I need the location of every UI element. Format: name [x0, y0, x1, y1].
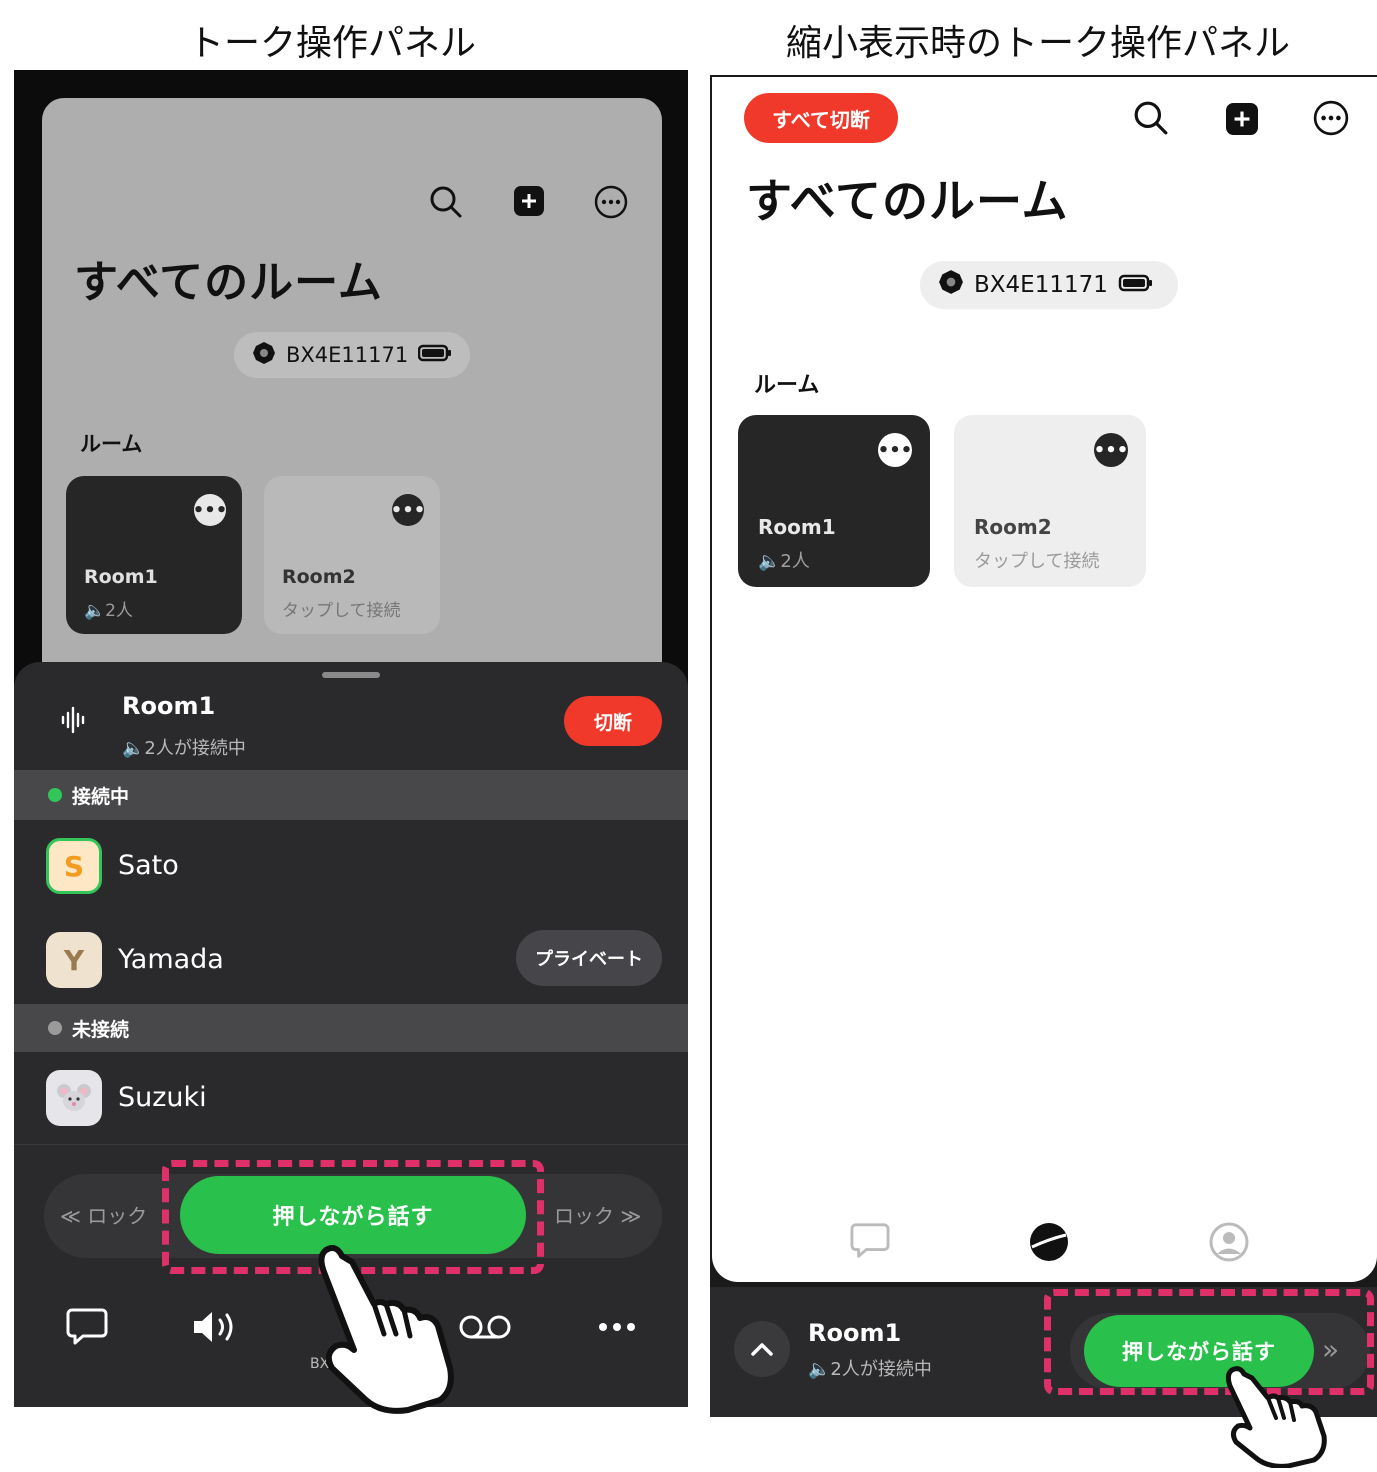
room-card-room1[interactable]: ••• Room1 🔈2人 [66, 476, 242, 634]
page-title: すべてのルーム [74, 257, 383, 308]
speaker-icon: 🔈 [122, 738, 145, 759]
pointing-hand-icon [1222, 1366, 1334, 1469]
room-card-room2[interactable]: ••• Room2 タップして接続 [264, 476, 440, 634]
room-card-room2[interactable]: ••• Room2 タップして接続 [954, 415, 1146, 587]
device-pill[interactable]: BX4E11171 [920, 261, 1178, 309]
mini-status: 🔈2人が接続中 [808, 1355, 932, 1381]
connected-label: 接続中 [72, 785, 130, 808]
member-name: Yamada [118, 944, 224, 975]
add-room-icon[interactable] [512, 184, 546, 218]
speaker-icon: 🔈 [808, 1359, 831, 1380]
panel-status: 🔈2人が接続中 [122, 734, 246, 760]
panel-room-name: Room1 [122, 692, 216, 720]
search-icon[interactable] [1132, 99, 1170, 137]
speaker-volume-icon[interactable] [188, 1304, 248, 1350]
expand-panel-button[interactable] [734, 1321, 790, 1377]
home-screen: すべて切断 すべてのルーム BX4E11171 ルーム ••• Room1 🔈2… [712, 77, 1377, 1282]
member-row-suzuki[interactable]: Suzuki [14, 1054, 688, 1148]
room-sub-text: タップして接続 [974, 551, 1100, 572]
divider [14, 1144, 688, 1145]
tab-chat-icon[interactable] [848, 1219, 892, 1263]
more-options-icon[interactable] [1312, 99, 1350, 137]
lock-left[interactable]: ≪ ロック [60, 1200, 147, 1229]
not-connected-group-header: 未接続 [14, 1004, 688, 1052]
add-room-icon[interactable] [1224, 101, 1260, 137]
connected-group-header: 接続中 [14, 770, 688, 820]
chevron-up-icon [751, 1343, 773, 1356]
rooms-section-label: ルーム [754, 373, 820, 398]
tab-profile-icon[interactable] [1206, 1219, 1252, 1265]
pointing-hand-icon [312, 1242, 462, 1418]
voicemail-icon[interactable] [454, 1304, 516, 1350]
avatar-mouse-icon [46, 1070, 102, 1126]
room-sub-text: 2人 [780, 551, 810, 572]
avatar: S [46, 838, 102, 894]
not-connected-label: 未接続 [72, 1018, 130, 1041]
right-caption: 縮小表示時のトーク操作パネル [786, 23, 1291, 64]
device-pill[interactable]: BX4E11171 [234, 332, 470, 378]
connected-status-dot [48, 788, 62, 802]
room-name: Room2 [974, 515, 1052, 539]
disconnect-button[interactable]: 切断 [564, 696, 662, 746]
room-name: Room1 [84, 566, 158, 588]
mini-status-text: 2人が接続中 [830, 1359, 932, 1380]
more-horizontal-icon[interactable] [594, 1304, 640, 1350]
device-logo-icon [252, 341, 276, 370]
rooms-section-label: ルーム [80, 432, 143, 456]
private-button[interactable]: プライベート [516, 930, 662, 986]
mini-room-name: Room1 [808, 1319, 902, 1347]
right-phone-screen: すべて切断 すべてのルーム BX4E11171 ルーム ••• Room1 🔈2… [710, 75, 1377, 1417]
disconnect-all-button[interactable]: すべて切断 [744, 93, 898, 143]
room-options-icon[interactable]: ••• [878, 433, 912, 467]
panel-status-text: 2人が接続中 [144, 738, 246, 759]
lock-right[interactable]: ロック ≫ [554, 1200, 641, 1229]
speaker-icon: 🔈 [758, 551, 781, 572]
room-card-room1[interactable]: ••• Room1 🔈2人 [738, 415, 930, 587]
device-logo-icon [938, 269, 964, 301]
room-sub-text: タップして接続 [282, 601, 401, 621]
member-row-yamada[interactable]: Y Yamada プライベート [14, 916, 688, 1010]
room-options-icon[interactable]: ••• [391, 494, 425, 526]
member-row-sato[interactable]: S Sato [14, 822, 688, 916]
room-sub: 🔈2人 [84, 596, 133, 621]
page-title: すべてのルーム [746, 174, 1069, 228]
more-options-icon[interactable] [593, 184, 629, 220]
device-name: BX4E11171 [974, 272, 1108, 298]
room-sub: 🔈2人 [758, 547, 810, 573]
panel-drag-handle[interactable] [322, 672, 380, 678]
speaker-icon: 🔈 [84, 601, 106, 621]
battery-icon [417, 343, 452, 367]
left-caption: トーク操作パネル [188, 23, 477, 64]
room-options-icon[interactable]: ••• [193, 494, 227, 526]
home-screen-dimmed: すべてのルーム BX4E11171 ルーム ••• Room1 🔈2人 ••• … [42, 98, 662, 738]
member-name: Suzuki [118, 1082, 207, 1113]
left-phone-screen: すべてのルーム BX4E11171 ルーム ••• Room1 🔈2人 ••• … [14, 70, 688, 1407]
room-name: Room2 [282, 566, 356, 588]
avatar: Y [46, 932, 102, 988]
room-options-icon[interactable]: ••• [1094, 433, 1128, 467]
battery-icon [1118, 272, 1154, 298]
member-name: Sato [118, 850, 179, 881]
chat-icon[interactable] [64, 1304, 110, 1350]
room-name: Room1 [758, 515, 836, 539]
not-connected-status-dot [48, 1021, 62, 1035]
tab-rooms-icon[interactable] [1026, 1219, 1072, 1265]
room-sub-text: 2人 [105, 601, 133, 621]
waveform-icon [54, 700, 94, 740]
search-icon[interactable] [428, 184, 464, 220]
device-name: BX4E11171 [286, 343, 409, 367]
